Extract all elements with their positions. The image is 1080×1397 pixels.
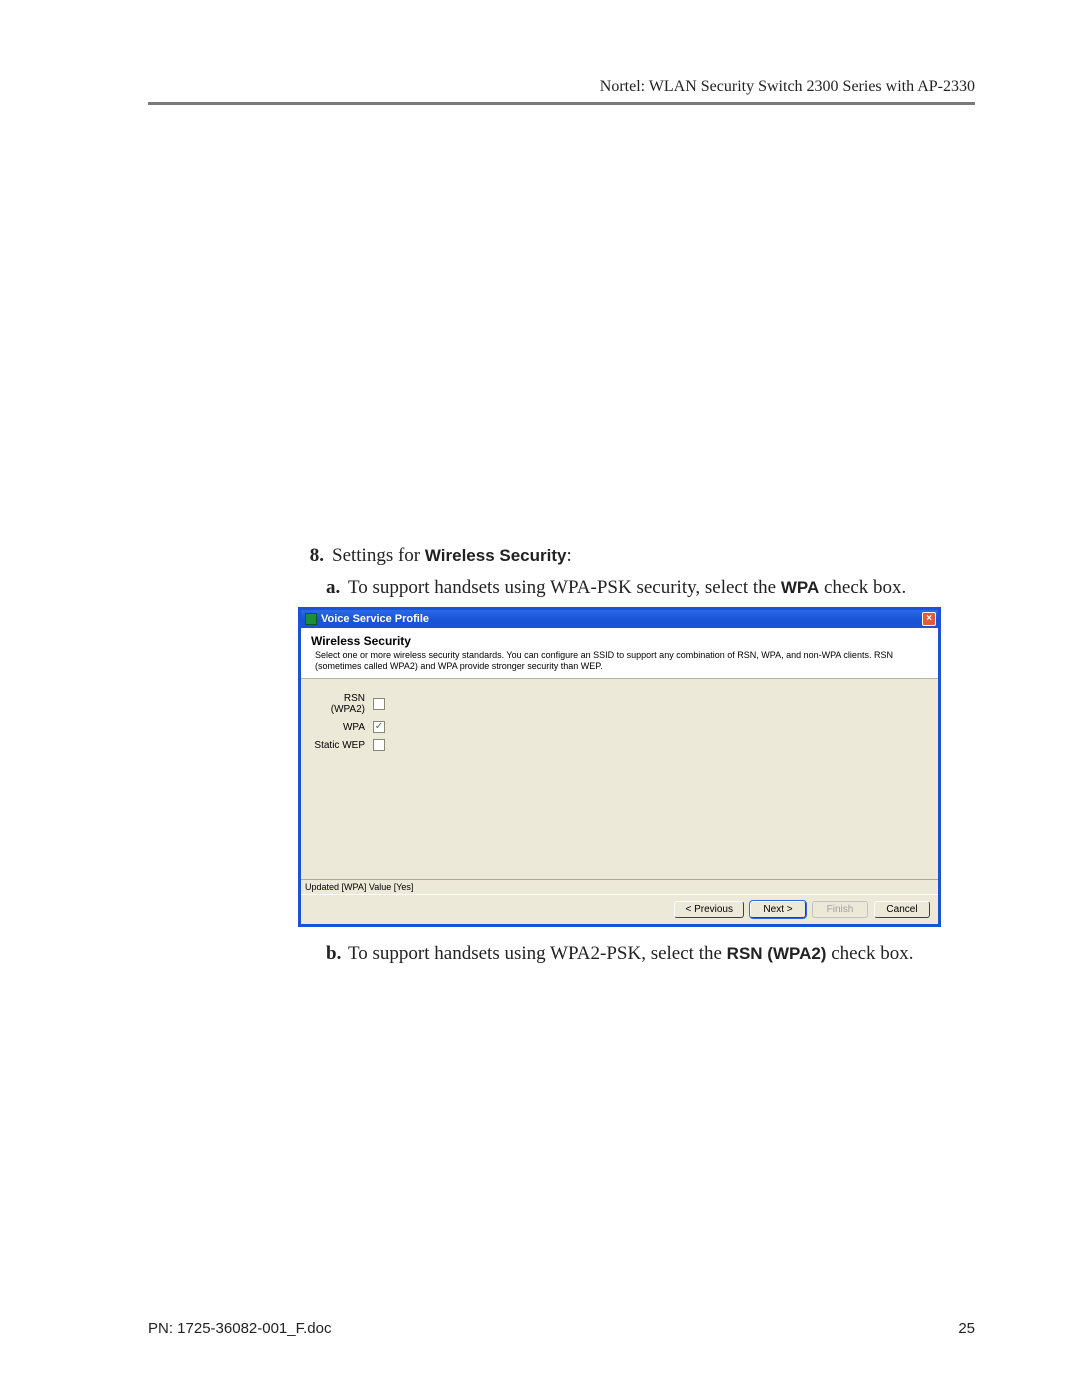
checkbox-static-wep[interactable] [373, 739, 385, 751]
app-icon [305, 613, 317, 625]
sub-a-bold: WPA [781, 578, 819, 597]
option-label-wep: Static WEP [311, 740, 373, 751]
options-panel: RSN (WPA2) WPA Static WEP [301, 679, 938, 879]
sub-b-bold: RSN (WPA2) [727, 944, 827, 963]
option-wpa: WPA [311, 721, 928, 733]
checkbox-wpa[interactable] [373, 721, 385, 733]
page-footer: PN: 1725-36082-001_F.doc 25 [148, 1320, 975, 1337]
dialog-button-bar: < Previous Next > Finish Cancel [301, 894, 938, 924]
step-text-pre: Settings for [332, 545, 425, 566]
footer-page-number: 25 [958, 1320, 975, 1337]
step-8: 8. Settings for Wireless Security: [298, 545, 975, 567]
sub-a-letter: a. [326, 575, 348, 601]
sub-b-letter: b. [326, 941, 348, 967]
close-icon[interactable]: × [922, 612, 936, 626]
previous-button[interactable]: < Previous [674, 901, 744, 918]
finish-button: Finish [812, 901, 868, 918]
section-description: Select one or more wireless security sta… [301, 650, 938, 679]
option-rsn-wpa2: RSN (WPA2) [311, 693, 928, 715]
section-heading: Wireless Security [301, 628, 938, 650]
sub-b-post: check box. [826, 943, 913, 964]
header-rule [148, 102, 975, 105]
sub-a-body: To support handsets using WPA-PSK securi… [348, 575, 975, 601]
option-label-wpa: WPA [311, 722, 373, 733]
step-text-bold: Wireless Security [425, 546, 567, 565]
next-button[interactable]: Next > [750, 901, 806, 918]
dialog-wrapper: Voice Service Profile × Wireless Securit… [150, 607, 975, 928]
cancel-button[interactable]: Cancel [874, 901, 930, 918]
option-label-rsn: RSN (WPA2) [311, 693, 373, 715]
dialog-title: Voice Service Profile [321, 613, 922, 625]
sub-step-b: b. To support handsets using WPA2-PSK, s… [298, 941, 975, 967]
dialog-titlebar: Voice Service Profile × [301, 610, 938, 628]
step-number: 8. [298, 545, 324, 567]
option-static-wep: Static WEP [311, 739, 928, 751]
step-text: Settings for Wireless Security: [324, 545, 572, 567]
step-text-post: : [566, 545, 571, 566]
sub-b-body: To support handsets using WPA2-PSK, sele… [348, 941, 975, 967]
checkbox-rsn-wpa2[interactable] [373, 698, 385, 710]
voice-service-profile-dialog: Voice Service Profile × Wireless Securit… [298, 607, 941, 928]
status-strip: Updated [WPA] Value [Yes] [301, 879, 938, 894]
document-page: Nortel: WLAN Security Switch 2300 Series… [0, 0, 1080, 1397]
body-content: 8. Settings for Wireless Security: a. To… [148, 545, 975, 967]
footer-part-number: PN: 1725-36082-001_F.doc [148, 1320, 331, 1337]
sub-b-pre: To support handsets using WPA2-PSK, sele… [348, 943, 727, 964]
header-product-name: Nortel: WLAN Security Switch 2300 Series… [148, 78, 975, 96]
sub-step-a: a. To support handsets using WPA-PSK sec… [298, 575, 975, 601]
sub-a-pre: To support handsets using WPA-PSK securi… [348, 577, 781, 598]
sub-a-post: check box. [819, 577, 906, 598]
